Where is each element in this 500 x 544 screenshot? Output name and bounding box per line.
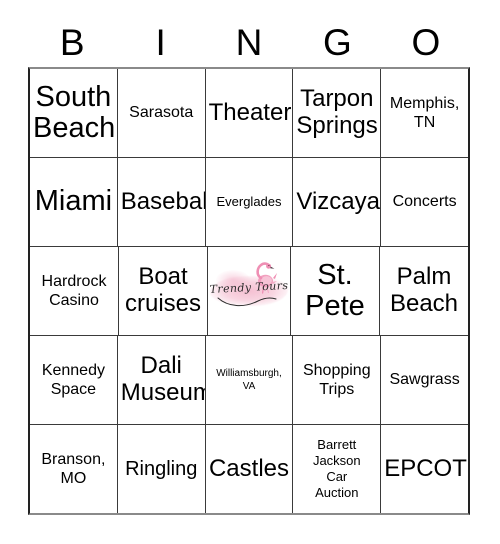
bingo-cell-label: Williamsburgh, VA bbox=[216, 368, 282, 392]
bingo-cell-label: Theater bbox=[208, 98, 292, 126]
bingo-cell-label: South Beach bbox=[33, 80, 116, 144]
bingo-cell[interactable]: Everglades bbox=[206, 158, 294, 246]
header-letter-g: G bbox=[323, 21, 352, 63]
bingo-cell-label: Concerts bbox=[392, 193, 457, 211]
bingo-cell-label: Branson, MO bbox=[41, 450, 106, 487]
bingo-cell[interactable]: Barrett Jackson Car Auction bbox=[293, 425, 382, 513]
header-letter-i: I bbox=[155, 21, 166, 63]
bingo-cell[interactable]: Ringling bbox=[118, 425, 206, 513]
bingo-cell[interactable]: Concerts bbox=[381, 158, 468, 246]
bingo-cell-label: Palm Beach bbox=[389, 263, 459, 317]
bingo-cell[interactable]: Tarpon Springs bbox=[293, 69, 382, 157]
bingo-cell[interactable]: South Beach bbox=[30, 69, 118, 157]
bingo-cell-label: EPCOT bbox=[384, 454, 467, 482]
bingo-cell[interactable]: St. Pete bbox=[291, 247, 380, 335]
bingo-cell[interactable]: Vizcaya bbox=[293, 158, 382, 246]
bingo-cell-label: Castles bbox=[208, 454, 289, 482]
bingo-row: Hardrock Casino Boat cruises Trendy Tour… bbox=[30, 247, 468, 336]
bingo-cell[interactable]: Dali Museum bbox=[118, 336, 206, 424]
bingo-cell-label: Ringling bbox=[125, 457, 198, 480]
bingo-cell-label: Sawgrass bbox=[389, 371, 460, 389]
bingo-cell-label: Everglades bbox=[216, 193, 282, 209]
bingo-cell[interactable]: Sarasota bbox=[118, 69, 206, 157]
bingo-row: Kennedy Space Dali Museum Williamsburgh,… bbox=[30, 336, 468, 425]
bingo-card: B I N G O South Beach Sarasota Theater T… bbox=[0, 0, 500, 544]
bingo-cell-label: Dali Museum bbox=[120, 352, 206, 406]
bingo-cell-label: Boat cruises bbox=[124, 263, 202, 317]
bingo-cell[interactable]: Branson, MO bbox=[30, 425, 118, 513]
bingo-row: Branson, MO Ringling Castles Barrett Jac… bbox=[30, 425, 468, 513]
bingo-cell-label: Vizcaya bbox=[296, 187, 380, 215]
bingo-cell[interactable]: EPCOT bbox=[381, 425, 468, 513]
bingo-cell-label: Hardrock Casino bbox=[41, 272, 107, 309]
bingo-cell[interactable]: Theater bbox=[206, 69, 294, 157]
bingo-cell-label: Shopping Trips bbox=[302, 361, 371, 398]
bingo-grid: South Beach Sarasota Theater Tarpon Spri… bbox=[28, 67, 470, 515]
bingo-cell[interactable]: Boat cruises bbox=[119, 247, 208, 335]
bingo-cell[interactable]: Memphis, TN bbox=[381, 69, 468, 157]
bingo-free-space-cell[interactable]: Trendy Tours bbox=[208, 247, 291, 335]
bingo-row: South Beach Sarasota Theater Tarpon Spri… bbox=[30, 69, 468, 158]
header-letter-n: N bbox=[235, 21, 263, 63]
bingo-row: Miami Baseball Everglades Vizcaya Concer… bbox=[30, 158, 468, 247]
bingo-cell[interactable]: Williamsburgh, VA bbox=[206, 336, 294, 424]
bingo-cell[interactable]: Castles bbox=[206, 425, 294, 513]
header-letter-b: B bbox=[59, 21, 85, 63]
bingo-cell[interactable]: Kennedy Space bbox=[30, 336, 118, 424]
bingo-cell-label: Sarasota bbox=[129, 104, 194, 122]
bingo-cell-label: Barrett Jackson Car Auction bbox=[312, 436, 361, 501]
logo-underline-flourish bbox=[217, 297, 277, 306]
header-letter-o: O bbox=[411, 21, 441, 63]
bingo-cell-label: Memphis, TN bbox=[389, 94, 460, 131]
bingo-cell[interactable]: Miami bbox=[30, 158, 118, 246]
bingo-cell[interactable]: Shopping Trips bbox=[293, 336, 382, 424]
bingo-cell-label: St. Pete bbox=[305, 258, 365, 322]
bingo-header-row: B I N G O bbox=[28, 18, 470, 66]
bingo-cell[interactable]: Palm Beach bbox=[380, 247, 468, 335]
bingo-cell-label: Miami bbox=[34, 185, 113, 218]
bingo-cell[interactable]: Baseball bbox=[118, 158, 206, 246]
bingo-cell-label: Tarpon Springs bbox=[296, 85, 378, 139]
bingo-cell-label: Baseball bbox=[120, 187, 206, 215]
bingo-cell[interactable]: Sawgrass bbox=[381, 336, 468, 424]
trendy-tours-logo: Trendy Tours bbox=[208, 247, 290, 335]
bingo-cell[interactable]: Hardrock Casino bbox=[30, 247, 119, 335]
bingo-cell-label: Kennedy Space bbox=[41, 361, 105, 398]
